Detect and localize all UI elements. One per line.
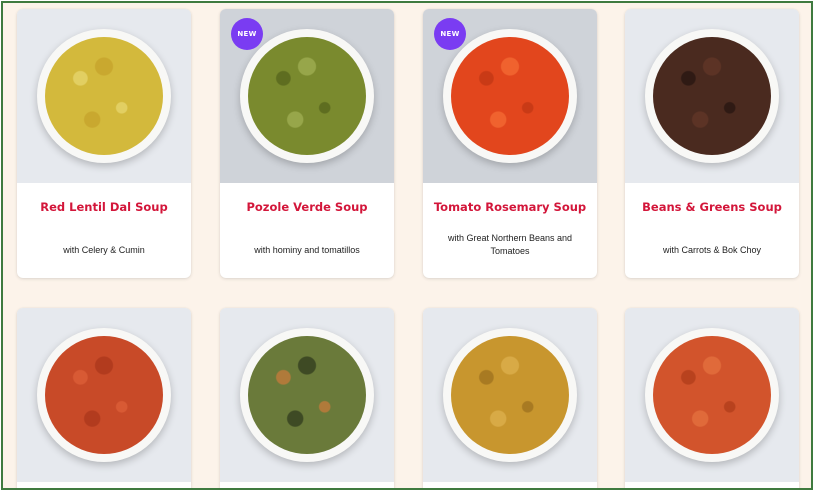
product-image[interactable] xyxy=(625,9,799,183)
product-card[interactable] xyxy=(220,308,394,488)
product-title[interactable]: Pozole Verde Soup xyxy=(226,200,388,214)
soup-fill xyxy=(45,336,163,454)
product-image[interactable] xyxy=(17,9,191,183)
soup-bowl-image xyxy=(37,328,171,462)
new-badge: NEW xyxy=(434,18,466,50)
new-badge: NEW xyxy=(231,18,263,50)
product-image[interactable] xyxy=(423,308,597,482)
soup-bowl-image xyxy=(240,328,374,462)
product-subtitle: with Celery & Cumin xyxy=(63,245,145,255)
product-image[interactable] xyxy=(625,308,799,482)
soup-bowl-image xyxy=(645,328,779,462)
soup-fill xyxy=(451,37,569,155)
product-title[interactable]: Beans & Greens Soup xyxy=(631,200,793,214)
product-title[interactable]: Tomato Rosemary Soup xyxy=(429,200,591,214)
product-card-pozole-verde-soup[interactable]: NEW Pozole Verde Soup with hominy and to… xyxy=(220,9,394,278)
soup-fill xyxy=(451,336,569,454)
product-card-beans-greens-soup[interactable]: Beans & Greens Soup with Carrots & Bok C… xyxy=(625,9,799,278)
product-subtitle: with hominy and tomatillos xyxy=(254,245,360,255)
soup-bowl-image xyxy=(443,29,577,163)
soup-fill xyxy=(45,37,163,155)
product-subtitle: with Carrots & Bok Choy xyxy=(662,245,762,255)
soup-fill xyxy=(653,336,771,454)
soup-bowl-image xyxy=(240,29,374,163)
soup-fill xyxy=(653,37,771,155)
soup-bowl-image xyxy=(645,29,779,163)
soup-fill xyxy=(248,37,366,155)
product-card-red-lentil-dal-soup[interactable]: Red Lentil Dal Soup with Celery & Cumin xyxy=(17,9,191,278)
soup-fill xyxy=(248,336,366,454)
product-image[interactable]: NEW xyxy=(220,9,394,183)
product-grid: Red Lentil Dal Soup with Celery & Cumin … xyxy=(1,1,813,490)
product-image[interactable]: NEW xyxy=(423,9,597,183)
product-card[interactable] xyxy=(423,308,597,488)
soup-bowl-image xyxy=(37,29,171,163)
product-title[interactable]: Red Lentil Dal Soup xyxy=(23,200,185,214)
product-image[interactable] xyxy=(220,308,394,482)
product-card[interactable] xyxy=(625,308,799,488)
product-subtitle: with Great Northern Beans and Tomatoes xyxy=(447,233,573,256)
product-card-tomato-rosemary-soup[interactable]: NEW Tomato Rosemary Soup with Great Nort… xyxy=(423,9,597,278)
soup-bowl-image xyxy=(443,328,577,462)
product-image[interactable] xyxy=(17,308,191,482)
product-card[interactable] xyxy=(17,308,191,488)
